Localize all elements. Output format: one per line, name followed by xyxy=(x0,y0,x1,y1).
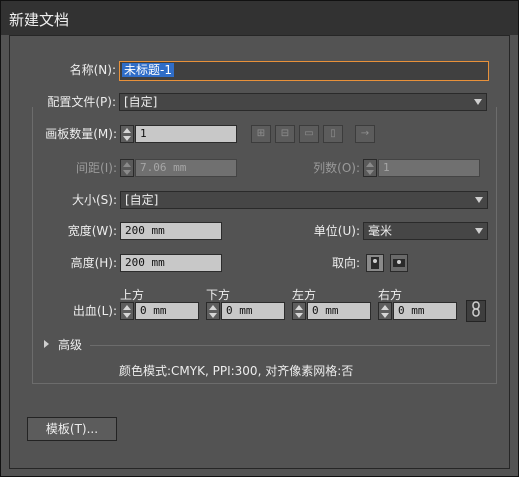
settings-group xyxy=(32,107,497,384)
bleed-left-stepper[interactable] xyxy=(292,302,306,320)
arrange-by-column-icon[interactable]: ▯ xyxy=(323,125,343,143)
chevron-down-icon xyxy=(475,197,483,203)
artboards-input[interactable]: 1 xyxy=(135,125,237,143)
height-label: 高度(H): xyxy=(70,256,117,270)
size-value: [自定] xyxy=(125,193,159,207)
name-input[interactable]: 未标题-1 xyxy=(119,61,489,81)
dialog-body: 名称(N): 未标题-1 配置文件(P): [自定] 画板数量(M): 1 ⊞ … xyxy=(9,35,510,469)
height-input[interactable]: 200 mm xyxy=(120,254,222,272)
columns-label: 列数(O): xyxy=(313,161,360,175)
bleed-top-input[interactable]: 0 mm xyxy=(135,302,199,320)
grid-by-column-icon[interactable]: ⊟ xyxy=(275,125,295,143)
units-label: 单位(U): xyxy=(313,224,360,238)
chevron-down-icon xyxy=(474,99,482,105)
arrange-by-row-icon[interactable]: ▭ xyxy=(299,125,319,143)
name-label: 名称(N): xyxy=(69,63,116,77)
chevron-down-icon xyxy=(475,228,483,234)
chain-link-icon[interactable] xyxy=(466,300,486,322)
size-label: 大小(S): xyxy=(71,193,117,207)
columns-input[interactable]: 1 xyxy=(378,159,480,177)
advanced-label[interactable]: 高级 xyxy=(58,336,82,354)
spacing-label: 间距(I): xyxy=(76,161,117,175)
bleed-bottom-stepper[interactable] xyxy=(206,302,220,320)
size-dropdown[interactable]: [自定] xyxy=(120,191,488,209)
layout-direction-icon[interactable]: → xyxy=(355,125,375,143)
units-dropdown[interactable]: 毫米 xyxy=(363,222,488,240)
bleed-bottom-input[interactable]: 0 mm xyxy=(221,302,285,320)
spacing-input[interactable]: 7.06 mm xyxy=(135,159,237,177)
width-label: 宽度(W): xyxy=(67,224,117,238)
artboards-stepper[interactable] xyxy=(120,125,134,143)
window-title: 新建文档 xyxy=(9,11,70,29)
spacing-stepper[interactable] xyxy=(120,159,134,177)
advanced-divider xyxy=(90,345,490,346)
bleed-right-input[interactable]: 0 mm xyxy=(393,302,457,320)
landscape-icon[interactable] xyxy=(390,254,408,272)
bleed-left-input[interactable]: 0 mm xyxy=(307,302,371,320)
columns-stepper[interactable] xyxy=(363,159,377,177)
artboards-label: 画板数量(M): xyxy=(45,127,117,141)
grid-by-row-icon[interactable]: ⊞ xyxy=(251,125,271,143)
bleed-top-stepper[interactable] xyxy=(120,302,134,320)
new-document-window: 新建文档 名称(N): 未标题-1 配置文件(P): [自定] 画板数量(M):… xyxy=(0,0,519,477)
bleed-right-stepper[interactable] xyxy=(378,302,392,320)
templates-button[interactable]: 模板(T)... xyxy=(27,417,117,441)
expand-triangle-icon[interactable] xyxy=(44,340,49,348)
width-input[interactable]: 200 mm xyxy=(120,222,222,240)
bleed-label: 出血(L): xyxy=(72,304,117,318)
units-value: 毫米 xyxy=(368,224,393,238)
info-text: 颜色模式:CMYK, PPI:300, 对齐像素网格:否 xyxy=(119,364,354,378)
orientation-label: 取向: xyxy=(331,256,360,270)
name-input-value: 未标题-1 xyxy=(122,63,174,77)
portrait-icon[interactable] xyxy=(366,254,384,272)
title-bar[interactable]: 新建文档 xyxy=(1,1,518,35)
